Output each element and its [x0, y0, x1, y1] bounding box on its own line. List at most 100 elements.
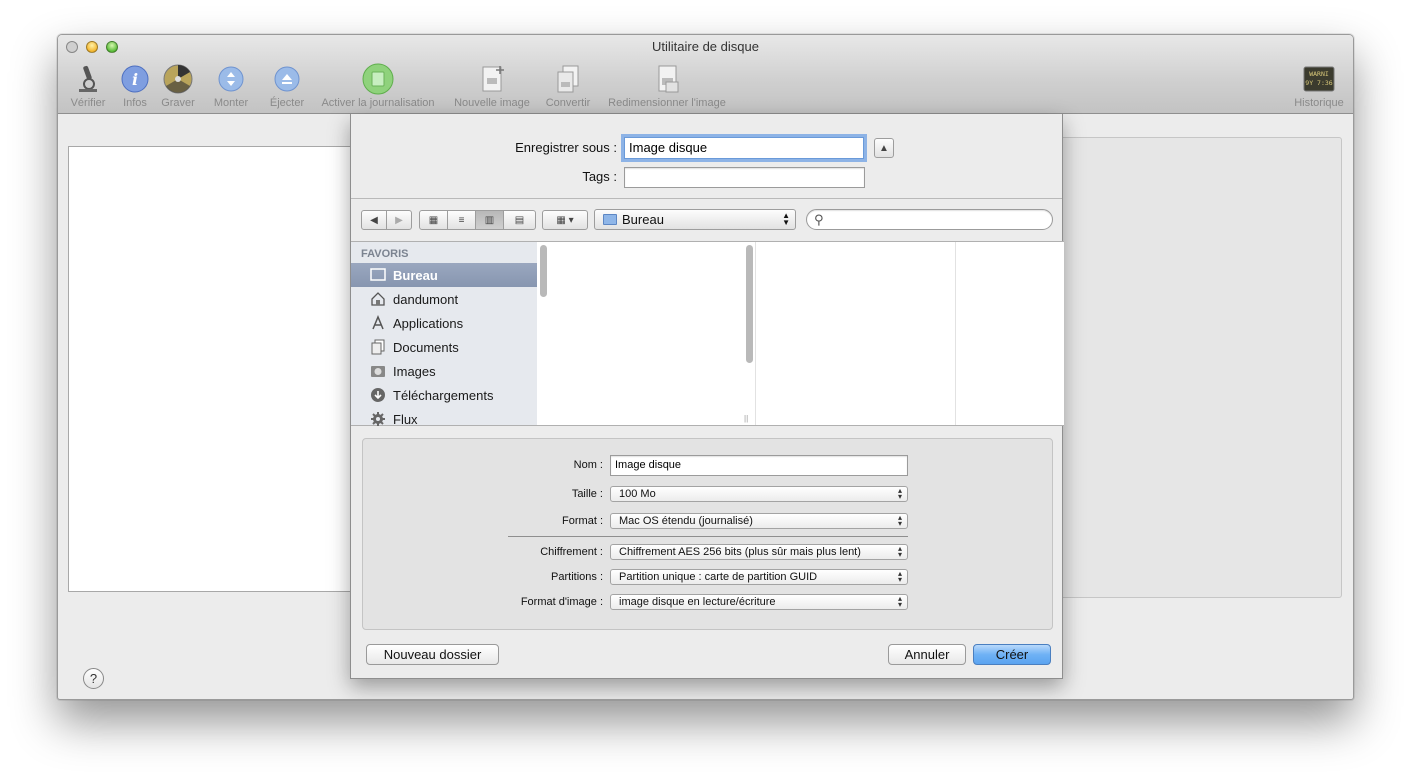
file-browser: FAVORIS Bureau dandumont Applications Do… [351, 241, 1064, 427]
create-button[interactable]: Créer [973, 644, 1051, 665]
sidebar-item-telechargements[interactable]: Téléchargements [351, 383, 537, 407]
name-label: Nom : [573, 459, 603, 471]
cancel-button[interactable]: Annuler [888, 644, 966, 665]
info-tool[interactable]: i Infos [118, 63, 152, 111]
window-title: Utilitaire de disque [652, 39, 759, 54]
image-format-popup[interactable]: image disque en lecture/écriture ▴ ▾ [610, 594, 908, 610]
mount-tool[interactable]: Monter [210, 63, 252, 111]
favorites-header: FAVORIS [361, 248, 409, 260]
updown-arrows-icon: ▴ ▾ [897, 594, 902, 609]
icon-view-button[interactable]: ▦ [419, 210, 448, 230]
journaling-tool[interactable]: Activer la journalisation [314, 63, 442, 111]
sidebar-item-images[interactable]: Images [351, 359, 537, 383]
forward-button[interactable]: ▶ [386, 210, 412, 230]
eject-tool[interactable]: Éjecter [266, 63, 308, 111]
format-label: Format : [562, 515, 603, 527]
svg-text:i: i [132, 70, 138, 89]
sidebar-item-applications[interactable]: Applications [351, 311, 537, 335]
tool-label: Convertir [545, 97, 591, 109]
sidebar-item-flux[interactable]: Flux [351, 407, 537, 431]
chevron-up-icon: ▲ [879, 142, 889, 154]
column-view-button[interactable]: ▥ [475, 210, 504, 230]
browser-column[interactable] [756, 242, 956, 425]
sidebar-item-bureau[interactable]: Bureau [351, 263, 537, 287]
folder-icon [603, 214, 617, 225]
favorites-sidebar: FAVORIS Bureau dandumont Applications Do… [351, 242, 547, 427]
resize-image-tool[interactable]: Redimensionner l'image [602, 63, 732, 111]
sidebar-item-label: Téléchargements [393, 387, 494, 403]
sidebar-item-label: Applications [393, 315, 464, 331]
coverflow-icon: ▤ [514, 214, 525, 226]
back-button[interactable]: ◀ [361, 210, 387, 230]
column-resize-handle[interactable]: || [744, 414, 748, 423]
tool-label: Redimensionner l'image [608, 97, 726, 109]
list-view-button[interactable]: ≡ [447, 210, 476, 230]
tool-label: Infos [123, 97, 147, 109]
desktop-icon [369, 266, 387, 284]
size-popup[interactable]: 100 Mo ▴ ▾ [610, 486, 908, 502]
encryption-label: Chiffrement : [540, 546, 603, 558]
disk-image-options: Nom : Image disque Taille : 100 Mo ▴ ▾ Fo… [362, 438, 1053, 630]
eject-icon [271, 63, 303, 95]
search-icon: ⚲ [814, 212, 824, 227]
convert-tool[interactable]: Convertir [542, 63, 594, 111]
resize-image-icon [651, 63, 683, 95]
coverflow-view-button[interactable]: ▤ [503, 210, 536, 230]
gear-icon [369, 410, 387, 428]
format-popup[interactable]: Mac OS étendu (journalisé) ▴ ▾ [610, 513, 908, 529]
log-tool[interactable]: WARNI 9Y 7:36 Historique [1288, 63, 1350, 111]
download-icon [369, 386, 387, 404]
options-divider [508, 536, 908, 537]
tags-label: Tags : [582, 169, 617, 184]
convert-icon [552, 63, 584, 95]
burn-icon [162, 63, 194, 95]
titlebar: Utilitaire de disque Vérifier i Infos Gr… [58, 35, 1353, 114]
sidebar-item-label: Bureau [393, 267, 438, 283]
tool-label: Vérifier [70, 97, 106, 109]
help-button[interactable]: ? [83, 668, 104, 689]
updown-arrows-icon: ▲ ▼ [782, 211, 790, 227]
tags-field[interactable] [624, 167, 865, 188]
tool-label: Nouvelle image [454, 97, 530, 109]
new-folder-button[interactable]: Nouveau dossier [366, 644, 499, 665]
column-scrollbar[interactable] [746, 245, 753, 363]
updown-arrows-icon: ▴ ▾ [897, 513, 902, 528]
grid-icon: ▦ [428, 214, 439, 226]
encryption-popup[interactable]: Chiffrement AES 256 bits (plus sûr mais … [610, 544, 908, 560]
sidebar-item-label: Documents [393, 339, 459, 355]
popup-value: image disque en lecture/écriture [619, 596, 776, 608]
tool-label: Activer la journalisation [321, 97, 435, 109]
sidebar-item-dandumont[interactable]: dandumont [351, 287, 537, 311]
chevron-right-icon: ▶ [395, 214, 403, 226]
save-sheet: Enregistrer sous : Image disque ▲ Tags :… [350, 114, 1064, 679]
verify-tool[interactable]: Vérifier [68, 63, 108, 111]
name-field[interactable]: Image disque [610, 455, 908, 476]
applications-icon [369, 314, 387, 332]
save-as-field[interactable]: Image disque [624, 137, 864, 159]
tool-label: Graver [161, 97, 195, 109]
new-image-tool[interactable]: Nouvelle image [450, 63, 534, 111]
separator [351, 198, 1062, 199]
log-icon: WARNI 9Y 7:36 [1303, 63, 1335, 95]
search-field[interactable]: ⚲ [806, 209, 1053, 230]
camera-icon [369, 362, 387, 380]
partitions-label: Partitions : [551, 571, 603, 583]
image-format-label: Format d'image : [520, 596, 603, 608]
sidebar-item-label: Flux [393, 411, 418, 427]
tool-label: Éjecter [269, 97, 305, 109]
popup-value: Mac OS étendu (journalisé) [619, 515, 753, 527]
documents-icon [369, 338, 387, 356]
browser-column[interactable]: || [551, 242, 756, 425]
expand-collapse-button[interactable]: ▲ [874, 138, 894, 158]
sidebar-item-documents[interactable]: Documents [351, 335, 537, 359]
arrange-button[interactable]: ▦ ▾ [542, 210, 588, 230]
chevron-left-icon: ◀ [370, 214, 378, 226]
location-popup[interactable]: Bureau ▲ ▼ [594, 209, 796, 230]
partitions-popup[interactable]: Partition unique : carte de partition GU… [610, 569, 908, 585]
sidebar-scrollbar[interactable] [540, 245, 547, 297]
sidebar-item-label: Images [393, 363, 436, 379]
burn-tool[interactable]: Graver [158, 63, 198, 111]
list-icon: ≡ [458, 214, 465, 226]
disk-list-panel[interactable] [68, 146, 353, 592]
home-icon [369, 290, 387, 308]
